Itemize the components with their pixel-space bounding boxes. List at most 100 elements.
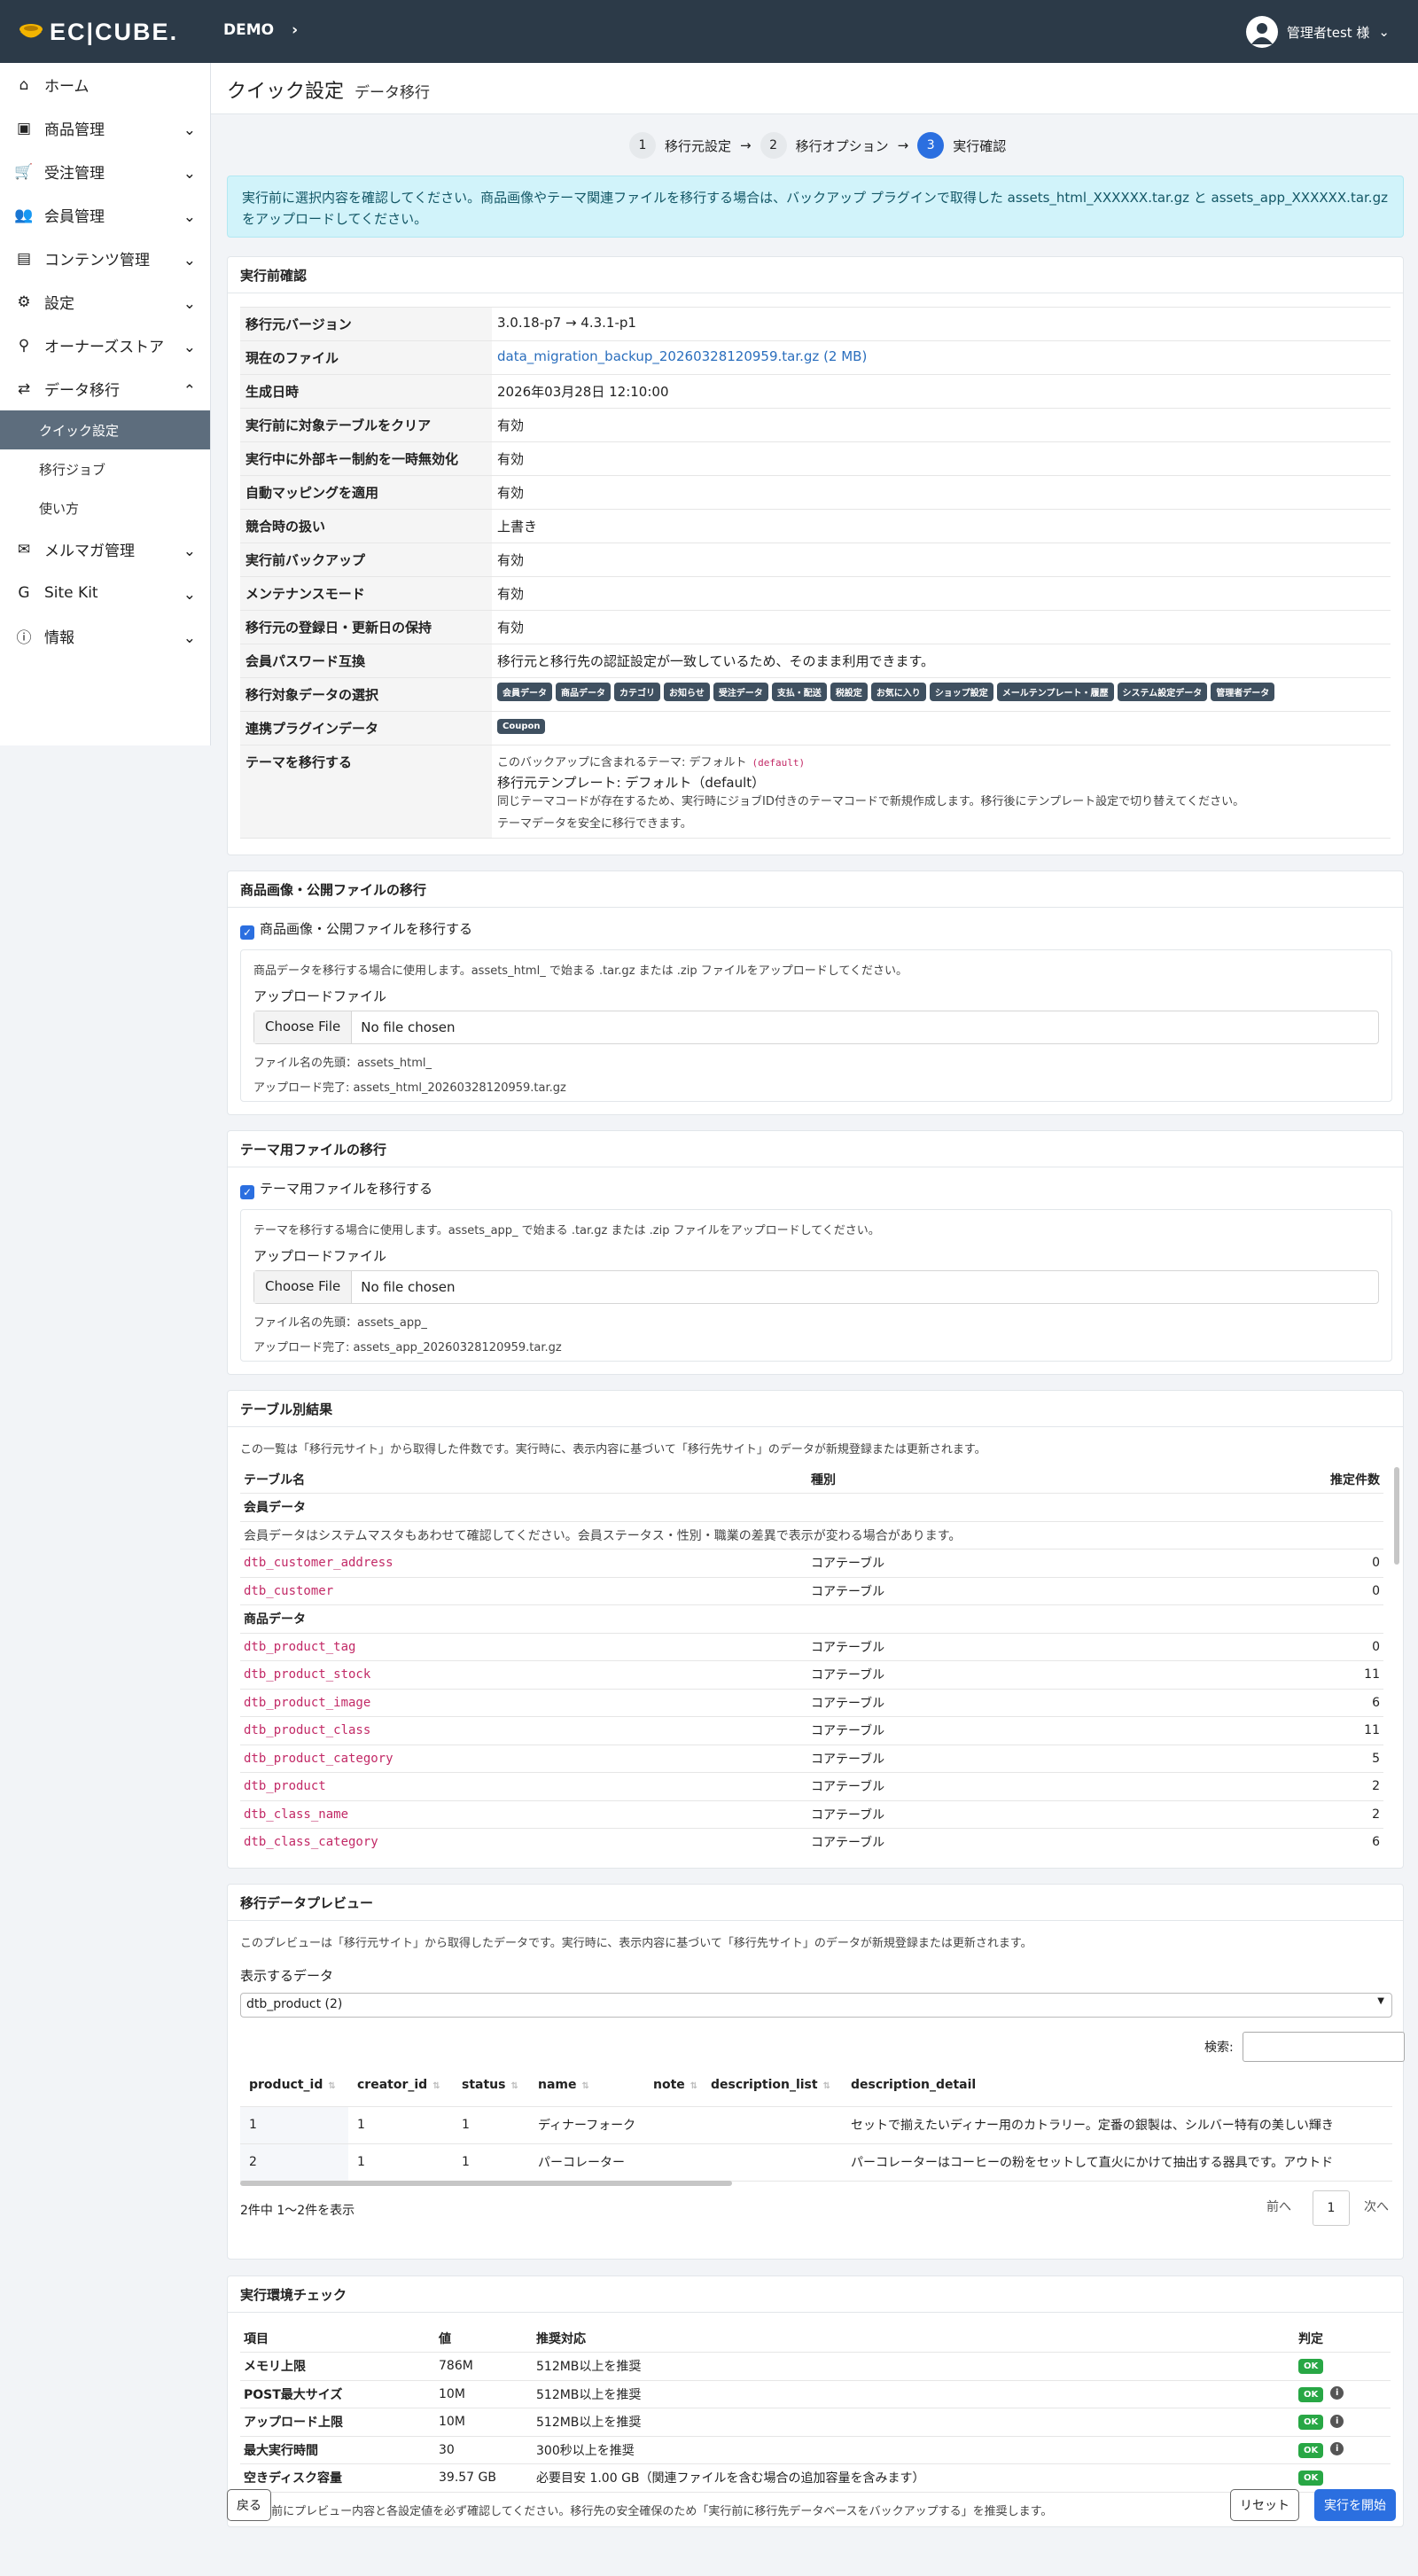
run-button[interactable]: 実行を開始 [1314,2489,1396,2521]
next-button[interactable]: 次へ [1364,2197,1389,2215]
confirm-value: 上書き [497,519,538,535]
preview-cell: パーコレーターはコーヒーの粉をセットして直火にかけて抽出する器具です。アウトド [842,2143,1392,2182]
plugin-badge: Coupon [497,719,546,734]
group-row: 商品データ [240,1604,1383,1634]
page-number-button[interactable]: 1 [1313,2190,1350,2226]
sidebar-item[interactable]: 🛒 受注管理 ⌄ [0,150,210,193]
search-input[interactable] [1243,2032,1405,2062]
data-badge: 会員データ [497,683,552,701]
sort-icon: ⇅ [581,2080,589,2091]
choose-file-button[interactable]: Choose File [254,1011,353,1043]
sidebar-subitem[interactable]: 移行ジョブ [0,449,210,488]
file-input[interactable]: Choose File No file chosen [253,1270,1379,1304]
group-row: 会員データ [240,1493,1383,1522]
sidebar-item[interactable]: ⚙ 設定 ⌄ [0,280,210,324]
table-name: dtb_product_tag [240,1633,807,1661]
preview-cell [644,2143,702,2182]
chevron-down-icon: ⌄ [183,543,196,560]
user-menu[interactable]: 管理者test 様 ⌄ [1245,16,1390,48]
env-item: アップロード上限 [240,2408,435,2437]
sidebar-item-label: ホーム [44,78,90,96]
step-label: 移行オプション [795,137,889,154]
sidebar-item-label: 情報 [44,629,74,647]
sortable-column-header[interactable]: description_detail [842,2064,1392,2107]
back-button[interactable]: 戻る [227,2489,271,2521]
sidebar-item[interactable]: ✉ メルマガ管理 ⌄ [0,527,210,571]
confirm-row: 自動マッピングを適用 有効 [240,476,1391,510]
plug-icon: ⚲ [18,336,30,355]
confirm-value: 有効 [497,620,525,636]
table-results-card: テーブル別結果 この一覧は「移行元サイト」から取得した件数です。実行時に、表示内… [227,1390,1404,1869]
shop-link[interactable]: DEMO › [223,21,298,39]
checkbox-label: テーマ用ファイルを移行する [260,1181,433,1197]
env-table-area: 項目値推奨対応 判定 メモリ上限 786M 512MB以上を推奨 OK POST最大サイズ 1… [240,2324,1391,2493]
sortable-column-header[interactable]: status ⇅ [453,2064,529,2107]
preview-cell: 2 [240,2143,348,2182]
sortable-column-header[interactable]: name ⇅ [529,2064,644,2107]
table-name: dtb_product_class [240,1716,807,1745]
sidebar-item-label: 受注管理 [44,165,105,183]
data-badge: 税設定 [830,683,868,701]
sidebar-item[interactable]: ⚲ オーナーズストア ⌄ [0,324,210,367]
sidebar-item[interactable]: G Site Kit ⌄ [0,571,210,614]
env-result: OK [1295,2352,1391,2381]
ok-badge: OK [1298,2386,1324,2402]
data-badge: お知らせ [664,683,710,701]
sortable-column-header[interactable]: product_id ⇅ [240,2064,348,2107]
table-type: コアテーブル [807,1549,1259,1578]
table-row: dtb_class_category コアテーブル 6 [240,1828,1383,1855]
table-count: 0 [1259,1549,1383,1578]
table-scroll-area[interactable]: テーブル名 種別 推定件数 会員データ 会員データはシステムマスタもあわせて確認してくだ… [240,1465,1383,1855]
prev-button[interactable]: 前へ [1266,2197,1291,2215]
chevron-down-icon: ⌄ [183,121,196,139]
sidebar-item-label: Site Kit [44,583,98,602]
assets-checkbox[interactable]: ✓ 商品画像・公開ファイルを移行する [240,919,472,940]
sidebar-item[interactable]: ▣ 商品管理 ⌄ [0,106,210,150]
confirm-value: このバックアップに含まれるテーマ: デフォルト (default) 移行元テンプレー… [492,745,1391,838]
info-icon[interactable]: i [1330,2414,1344,2428]
preview-cell: 1 [348,2143,453,2182]
env-check-card: 実行環境チェック 項目値推奨対応 判定 メモリ上限 786M 512MB以上を推奨 OK P… [227,2275,1404,2527]
horizontal-scrollbar[interactable] [240,2181,732,2186]
sidebar-item[interactable]: ⌂ ホーム [0,63,210,106]
sortable-column-header[interactable]: creator_id ⇅ [348,2064,453,2107]
shuffle-icon: ⇄ [17,379,31,398]
data-select[interactable]: dtb_product (2) ▼ [240,1993,1392,2018]
preview-cell: ディナーフォーク [529,2106,644,2144]
table-row: dtb_class_name コアテーブル 2 [240,1800,1383,1829]
vertical-scrollbar[interactable] [1394,1467,1399,1565]
info-icon[interactable]: i [1330,2386,1344,2400]
file-input[interactable]: Choose File No file chosen [253,1011,1379,1044]
theme-code: (default) [752,757,806,769]
reset-button[interactable]: リセット [1230,2489,1299,2521]
confirm-key: 連携プラグインデータ [240,712,492,745]
env-recommend: 512MB以上を推奨 [533,2352,1295,2381]
column-label: status [462,2077,506,2092]
sidebar-subitem[interactable]: クイック設定 [0,410,210,449]
step-number-active: 3 [917,132,945,159]
group-note: 会員データはシステムマスタもあわせて確認してください。会員ステータス・性別・職業… [240,1521,1383,1550]
sidebar-item[interactable]: 👥 会員管理 ⌄ [0,193,210,237]
column-header: 推奨対応 [533,2324,1295,2353]
sortable-column-header[interactable]: description_list ⇅ [702,2064,842,2107]
table-count: 2 [1259,1772,1383,1801]
table-name: dtb_class_category [240,1828,807,1855]
table-type: コアテーブル [807,1633,1259,1661]
sidebar-item[interactable]: ▤ コンテンツ管理 ⌄ [0,237,210,280]
sidebar-item[interactable]: ⇄ データ移行 ⌃ [0,367,210,410]
step-number: 2 [760,132,787,159]
confirm-value: 会員データ 商品データ カテゴリ お知らせ 受注データ 支払・配送 税設定 お気に入り ショップ… [492,678,1391,711]
theme-files-checkbox[interactable]: ✓ テーマ用ファイルを移行する [240,1179,432,1199]
file-link[interactable]: data_migration_backup_20260328120959.tar… [492,341,1391,374]
select-value: dtb_product (2) [246,1997,343,2011]
sidebar-subitem[interactable]: 使い方 [0,488,210,527]
choose-file-button[interactable]: Choose File [254,1271,353,1303]
table-count: 0 [1259,1577,1383,1605]
sidebar-item[interactable]: ⓘ 情報 ⌄ [0,614,210,658]
ec-cube-logo[interactable]: EC|CUBE. [18,16,178,48]
avatar-icon [1245,16,1278,48]
info-icon[interactable]: i [1330,2442,1344,2456]
sortable-column-header[interactable]: note ⇅ [644,2064,702,2107]
sidebar: ⌂ ホーム ▣ 商品管理 ⌄ 🛒 受注管理 ⌄ 👥 会員管理 ⌄ ▤ コンテンツ管理 ⌄ ⚙ 設定 ⌄ ⚲ オーナー… [0,63,211,745]
column-label: product_id [249,2077,323,2092]
